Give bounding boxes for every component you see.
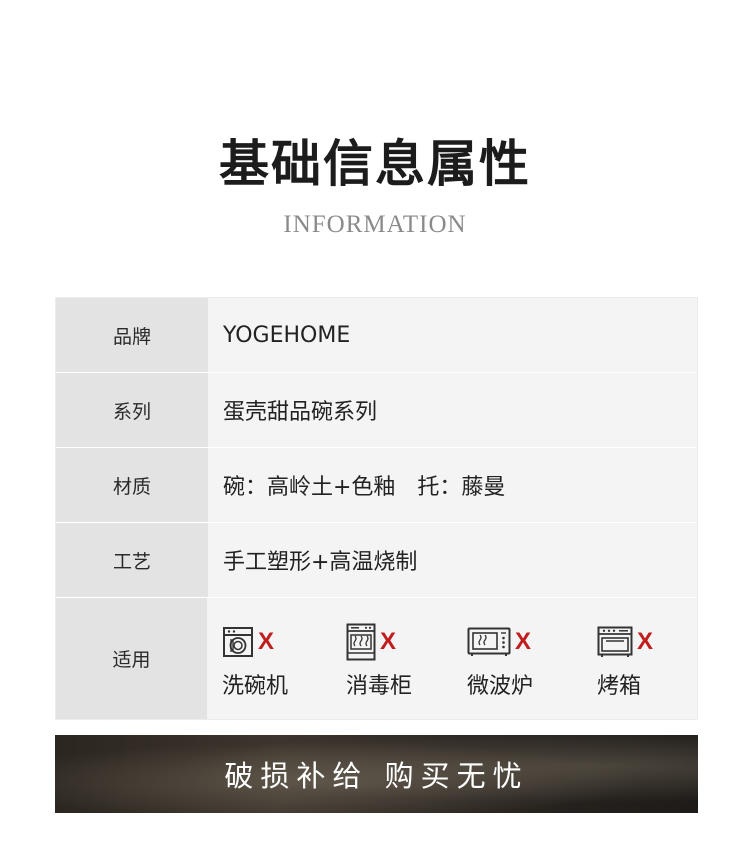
guarantee-banner: 破损补给 购买无忧: [55, 735, 698, 813]
microwave-icon: [467, 627, 511, 657]
sterilizer-icon: [346, 623, 376, 661]
row-value: 碗：高岭土+色釉 托：藤曼: [208, 448, 697, 522]
row-value: YOGEHOME: [208, 298, 697, 372]
row-label: 材质: [56, 448, 208, 522]
row-label: 工艺: [56, 523, 208, 597]
table-row-usage: 适用 X 洗碗机 X 消毒柜 X 微波炉 X 烤箱: [56, 598, 697, 719]
usage-item-sterilizer: X 消毒柜: [346, 622, 467, 700]
row-value-usage: X 洗碗机 X 消毒柜 X 微波炉 X 烤箱: [207, 598, 697, 719]
usage-item-oven: X 烤箱: [597, 622, 697, 700]
not-allowed-mark: X: [515, 627, 532, 655]
usage-label: 洗碗机: [222, 673, 289, 699]
row-label: 系列: [56, 373, 208, 447]
table-row-brand: 品牌 YOGEHOME: [56, 298, 697, 373]
row-label: 品牌: [56, 298, 208, 372]
row-value: 手工塑形+高温烧制: [208, 523, 697, 597]
usage-label: 烤箱: [597, 673, 642, 699]
oven-icon: [597, 626, 633, 658]
row-label: 适用: [56, 598, 207, 719]
usage-list: X 洗碗机 X 消毒柜 X 微波炉 X 烤箱: [222, 618, 697, 700]
info-table: 品牌 YOGEHOME 系列 蛋壳甜品碗系列 材质 碗：高岭土+色釉 托：藤曼 …: [55, 297, 698, 720]
usage-label: 消毒柜: [346, 673, 413, 699]
table-row-material: 材质 碗：高岭土+色釉 托：藤曼: [56, 448, 697, 523]
row-value: 蛋壳甜品碗系列: [208, 373, 697, 447]
dishwasher-icon: [222, 626, 254, 658]
table-row-craft: 工艺 手工塑形+高温烧制: [56, 523, 697, 598]
page-title: 基础信息属性: [219, 135, 531, 193]
usage-item-dishwasher: X 洗碗机: [222, 622, 346, 700]
not-allowed-mark: X: [380, 627, 397, 655]
page-subtitle: INFORMATION: [283, 211, 467, 238]
usage-label: 微波炉: [467, 673, 534, 699]
table-row-series: 系列 蛋壳甜品碗系列: [56, 373, 697, 448]
not-allowed-mark: X: [258, 627, 275, 655]
not-allowed-mark: X: [637, 627, 654, 655]
usage-item-microwave: X 微波炉: [467, 622, 597, 700]
banner-text: 破损补给 购买无忧: [224, 759, 529, 793]
